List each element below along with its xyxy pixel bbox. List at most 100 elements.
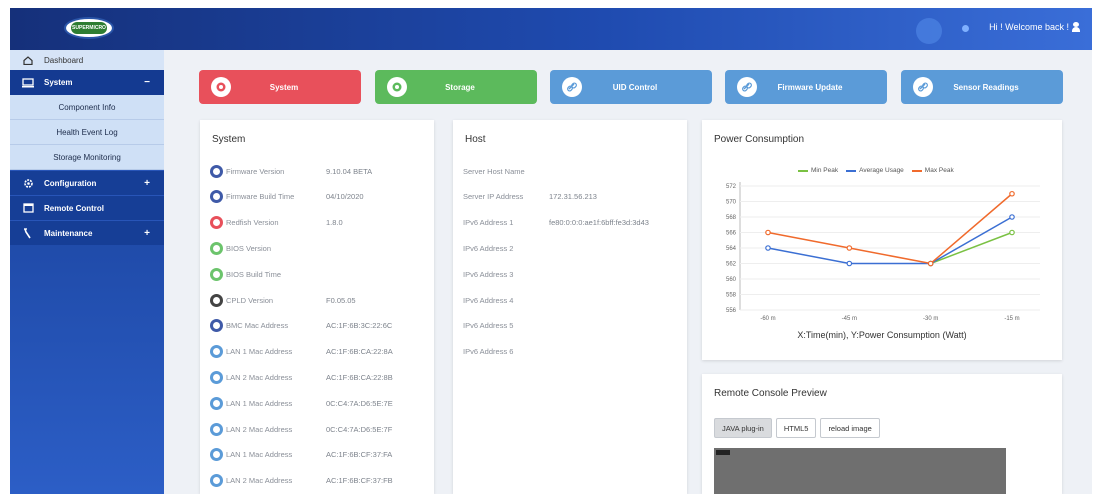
y-tick-label: 572 bbox=[726, 184, 737, 190]
row-label: IPv6 Address 5 bbox=[463, 321, 514, 331]
status-dot-icon bbox=[210, 190, 223, 204]
sidebar-item-dashboard[interactable]: Dashboard bbox=[10, 50, 164, 70]
system-info-row: Redfish Version 1.8.0 bbox=[210, 216, 343, 230]
system-tile-button[interactable]: System bbox=[199, 70, 361, 104]
row-label: IPv6 Address 1 bbox=[463, 218, 514, 228]
data-point[interactable] bbox=[927, 260, 934, 267]
storage-tile-button[interactable]: Storage bbox=[375, 70, 537, 104]
host-info-card: Host Server Host Name Server IP Address 17… bbox=[453, 120, 687, 494]
html5-button[interactable]: HTML5 bbox=[775, 418, 817, 438]
system-info-row: LAN 2 Mac Address AC:1F:6B:CF:37:FB bbox=[210, 474, 393, 488]
collapse-icon[interactable]: − bbox=[144, 77, 150, 88]
row-value: 172.31.56.213 bbox=[549, 192, 597, 202]
row-label: LAN 1 Mac Address bbox=[226, 347, 293, 357]
data-point[interactable] bbox=[1009, 229, 1015, 236]
sidebar-subitem-component-info[interactable]: Component Info bbox=[10, 95, 164, 120]
monitor-icon bbox=[22, 77, 34, 88]
data-point[interactable] bbox=[846, 245, 853, 251]
sidebar-subitem-storage-monitoring[interactable]: Storage Monitoring bbox=[10, 145, 164, 170]
status-dot-icon bbox=[210, 241, 223, 255]
gear-icon bbox=[22, 178, 34, 188]
status-dot-icon bbox=[210, 216, 223, 230]
row-value: AC:1F:6B:CA:22:8B bbox=[326, 372, 393, 382]
status-dot-icon bbox=[210, 396, 223, 410]
x-tick-label: -15 m bbox=[1004, 316, 1019, 322]
system-info-row: LAN 1 Mac Address 0C:C4:7A:D6:5E:7E bbox=[210, 396, 393, 410]
sidebar-item-maintenance[interactable]: Maintenance + bbox=[10, 220, 164, 245]
data-point[interactable] bbox=[765, 229, 771, 236]
system-info-row: BIOS Version bbox=[210, 241, 326, 255]
welcome-area[interactable]: Hi ! Welcome back ! bbox=[989, 22, 1080, 32]
x-tick-label: -60 m bbox=[760, 316, 775, 322]
system-icon bbox=[211, 77, 231, 97]
data-point[interactable] bbox=[1009, 190, 1015, 197]
row-label: Redfish Version bbox=[226, 218, 279, 228]
wrench-icon bbox=[22, 227, 34, 238]
host-info-row: Server Host Name bbox=[463, 164, 549, 178]
row-value: AC:1F:6B:3C:22:6C bbox=[326, 321, 393, 331]
y-tick-label: 562 bbox=[726, 262, 737, 268]
uid-control-tile-button[interactable]: UID Control bbox=[550, 70, 712, 104]
row-label: BIOS Version bbox=[226, 243, 272, 253]
sidebar-item-label: System bbox=[44, 78, 73, 87]
sidebar-item-system[interactable]: System − bbox=[10, 70, 164, 95]
firmware-update-tile-button[interactable]: Firmware Update bbox=[725, 70, 887, 104]
tile-label: System bbox=[269, 82, 299, 92]
system-info-row: Firmware Version 9.10.04 BETA bbox=[210, 164, 372, 178]
row-value: 0C:C4:7A:D6:5E:7F bbox=[326, 424, 393, 434]
row-value: 04/10/2020 bbox=[326, 192, 364, 202]
y-tick-label: 568 bbox=[726, 215, 737, 221]
sidebar-item-remote-control[interactable]: Remote Control bbox=[10, 195, 164, 220]
java-plugin-button[interactable]: JAVA plug-in bbox=[714, 418, 772, 438]
y-tick-label: 558 bbox=[726, 293, 737, 299]
user-icon[interactable] bbox=[1072, 22, 1080, 32]
host-info-row: Server IP Address 172.31.56.213 bbox=[463, 190, 597, 204]
row-label: LAN 2 Mac Address bbox=[226, 424, 293, 434]
sidebar-item-configuration[interactable]: Configuration + bbox=[10, 170, 164, 195]
system-info-row: BMC Mac Address AC:1F:6B:3C:22:6C bbox=[210, 319, 392, 333]
row-value: AC:1F:6B:CF:37:FA bbox=[326, 450, 393, 460]
sidebar-item-label: Configuration bbox=[44, 178, 97, 188]
app-frame: SUPERMICRO Hi ! Welcome back ! Dashboard… bbox=[10, 8, 1092, 494]
system-info-row: LAN 1 Mac Address AC:1F:6B:CA:22:8A bbox=[210, 345, 393, 359]
welcome-text: Hi ! Welcome back ! bbox=[989, 22, 1069, 32]
sensor-readings-tile-button[interactable]: Sensor Readings bbox=[901, 70, 1063, 104]
card-title: System bbox=[212, 134, 246, 145]
console-buttons: JAVA plug-in HTML5 reload image bbox=[714, 418, 880, 438]
decor-dot bbox=[962, 25, 969, 32]
chart-caption: X:Time(min), Y:Power Consumption (Watt) bbox=[797, 330, 967, 340]
status-dot-icon bbox=[210, 164, 223, 178]
status-dot-icon bbox=[210, 319, 223, 333]
screen-icon bbox=[22, 203, 34, 213]
row-value: fe80:0:0:0:ae1f:6bff:fe3d:3d43 bbox=[549, 218, 649, 228]
data-point[interactable] bbox=[1009, 214, 1015, 220]
logo[interactable]: SUPERMICRO bbox=[64, 17, 114, 39]
logo-text: SUPERMICRO bbox=[71, 22, 107, 34]
sidebar: Dashboard System − Component Info Health… bbox=[10, 50, 164, 494]
tile-label: Sensor Readings bbox=[953, 82, 1019, 92]
series-line bbox=[767, 216, 1013, 265]
tile-label: Firmware Update bbox=[777, 82, 843, 92]
row-label: BIOS Build Time bbox=[226, 269, 282, 279]
y-tick-label: 564 bbox=[726, 246, 737, 252]
x-tick-label: -45 m bbox=[842, 316, 857, 322]
data-point[interactable] bbox=[846, 260, 853, 267]
row-value: AC:1F:6B:CF:37:FB bbox=[326, 476, 393, 486]
remote-console-card: Remote Console Preview JAVA plug-in HTML… bbox=[702, 374, 1062, 494]
storage-icon bbox=[387, 77, 407, 97]
row-label: Firmware Version bbox=[226, 166, 285, 176]
row-label: IPv6 Address 3 bbox=[463, 269, 514, 279]
data-point[interactable] bbox=[765, 245, 771, 251]
console-preview-image[interactable] bbox=[714, 448, 1006, 494]
sidebar-subitem-health-event-log[interactable]: Health Event Log bbox=[10, 120, 164, 145]
row-value: 1.8.0 bbox=[326, 218, 343, 228]
reload-image-button[interactable]: reload image bbox=[820, 418, 880, 438]
system-info-row: BIOS Build Time bbox=[210, 267, 326, 281]
host-info-row: IPv6 Address 2 bbox=[463, 241, 549, 255]
host-info-row: IPv6 Address 5 bbox=[463, 319, 549, 333]
sidebar-item-label: Maintenance bbox=[44, 228, 93, 238]
expand-icon[interactable]: + bbox=[144, 178, 150, 189]
sidebar-item-label: Dashboard bbox=[44, 55, 84, 65]
expand-icon[interactable]: + bbox=[144, 228, 150, 239]
x-tick-label: -30 m bbox=[923, 316, 938, 322]
